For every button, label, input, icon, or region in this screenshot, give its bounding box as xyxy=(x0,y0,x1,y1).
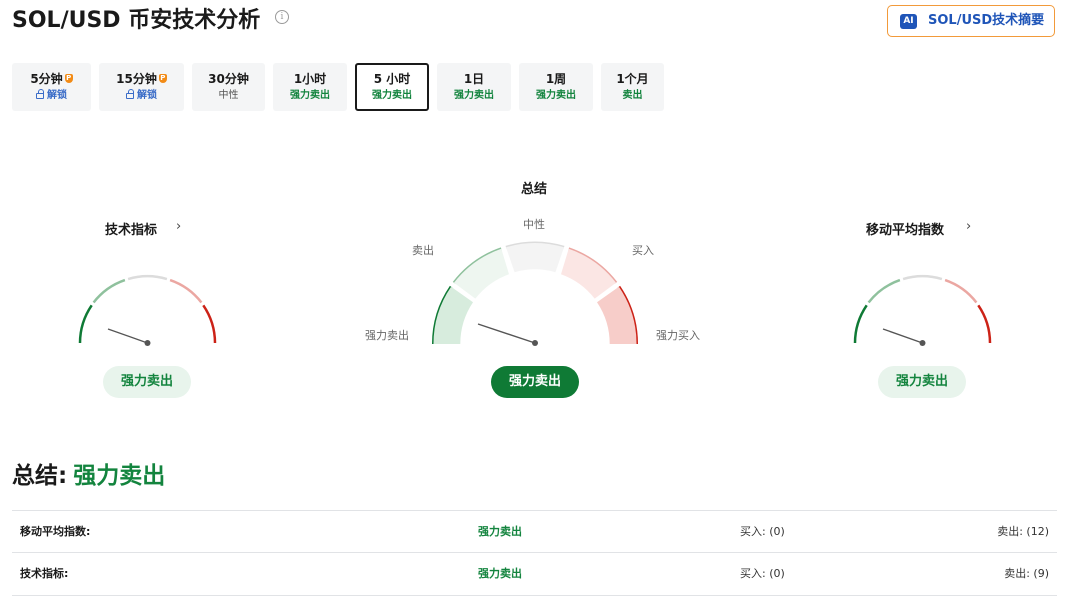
row-buy-count: 买入: (0) xyxy=(740,525,785,538)
summary-heading-label: 总结: xyxy=(12,463,68,489)
tab-label: 15分钟 xyxy=(116,72,157,86)
tab-status: 强力卖出 xyxy=(536,90,576,101)
gauge-needle xyxy=(882,328,923,344)
gauge-segment-neutral xyxy=(127,274,168,281)
tab-status: 强力卖出 xyxy=(290,90,330,101)
row-name: 技术指标: xyxy=(20,567,69,580)
tab-5-minutes[interactable]: 5分钟 P 解锁 xyxy=(12,63,91,111)
tab-status: 卖出 xyxy=(622,90,643,101)
tab-label: 1个月 xyxy=(616,72,649,86)
gauge-band-buy xyxy=(561,248,616,299)
tab-1-hour[interactable]: 1小时 强力卖出 xyxy=(273,63,347,111)
gauge-segment-neutral xyxy=(902,274,943,281)
gauge-segment-strong-sell xyxy=(78,304,93,344)
pro-icon: P xyxy=(64,74,73,83)
gauge-band-neutral xyxy=(506,243,564,273)
chevron-right-icon[interactable]: › xyxy=(966,219,971,234)
row-sell-count: 卖出: (9) xyxy=(1004,567,1049,580)
tab-1-week[interactable]: 1周 强力卖出 xyxy=(519,63,593,111)
gauge-band-strong-sell xyxy=(433,286,473,344)
gauge-segment-sell xyxy=(92,278,126,304)
tab-label: 30分钟 xyxy=(208,72,249,86)
gauge-segment-buy xyxy=(169,278,203,304)
row-verdict: 强力卖出 xyxy=(478,567,522,580)
row-name: 移动平均指数: xyxy=(20,525,91,538)
tab-label: 1小时 xyxy=(293,72,327,86)
tab-status: 强力卖出 xyxy=(372,90,412,101)
tab-label: 5 小时 xyxy=(373,72,411,86)
ai-icon: AI xyxy=(900,14,917,29)
gauge-pivot xyxy=(532,340,538,346)
table-row: 技术指标: 强力卖出 买入: (0) 卖出: (9) xyxy=(12,552,1057,596)
info-icon[interactable]: i xyxy=(275,10,289,24)
technical-verdict-badge: 强力卖出 xyxy=(103,366,191,398)
technical-indicators-title[interactable]: 技术指标 xyxy=(105,219,157,238)
tab-status: 强力卖出 xyxy=(454,90,494,101)
page-title: SOL/USD 币安技术分析 xyxy=(12,8,261,33)
tab-status: 中性 xyxy=(218,90,239,101)
gauge-segment-sell xyxy=(867,278,901,304)
gauge-segment-strong-buy xyxy=(977,304,992,344)
ai-summary-label: SOL/USD技术摘要 xyxy=(928,13,1045,28)
gauge-pivot xyxy=(919,340,926,346)
ai-summary-button[interactable]: AI SOL/USD技术摘要 xyxy=(887,5,1055,37)
tab-status: 解锁 xyxy=(137,90,157,101)
summary-heading: 总结: 强力卖出 xyxy=(12,458,165,494)
tab-30-minutes[interactable]: 30分钟 中性 xyxy=(192,63,265,111)
gauge-needle xyxy=(477,323,536,344)
gauge-segment-strong-buy xyxy=(202,304,217,344)
lock-icon xyxy=(126,89,134,99)
scale-label-strong-buy: 强力买入 xyxy=(656,329,700,342)
gauge-segment-buy xyxy=(944,278,978,304)
summary-gauge-title: 总结 xyxy=(521,182,548,197)
tab-5-hours[interactable]: 5 小时 强力卖出 xyxy=(355,63,429,111)
scale-label-neutral: 中性 xyxy=(523,218,545,231)
tab-1-day[interactable]: 1日 强力卖出 xyxy=(437,63,511,111)
lock-icon xyxy=(36,89,44,99)
row-verdict: 强力卖出 xyxy=(478,525,522,538)
gauge-segment-strong-sell xyxy=(853,304,868,344)
table-row: 移动平均指数: 强力卖出 买入: (0) 卖出: (12) xyxy=(12,510,1057,553)
tab-label: 1日 xyxy=(463,72,485,86)
summary-verdict-badge: 强力卖出 xyxy=(491,366,579,398)
chevron-right-icon[interactable]: › xyxy=(176,219,181,234)
moving-averages-gauge xyxy=(853,274,992,346)
gauge-band-strong-buy xyxy=(597,286,637,344)
moving-averages-title[interactable]: 移动平均指数 xyxy=(866,219,944,238)
row-buy-count: 买入: (0) xyxy=(740,567,785,580)
pro-icon: P xyxy=(158,74,167,83)
summary-gauge xyxy=(431,241,639,346)
row-sell-count: 卖出: (12) xyxy=(997,525,1049,538)
moving-averages-verdict-badge: 强力卖出 xyxy=(878,366,966,398)
gauge-pivot xyxy=(144,340,151,346)
tab-label: 1周 xyxy=(545,72,567,86)
tab-label: 5分钟 xyxy=(30,72,63,86)
gauge-band-sell xyxy=(454,248,509,299)
gauge-needle xyxy=(107,328,148,344)
tab-1-month[interactable]: 1个月 卖出 xyxy=(601,63,664,111)
scale-label-strong-sell: 强力卖出 xyxy=(365,329,409,342)
technical-gauge xyxy=(78,274,217,346)
tab-status: 解锁 xyxy=(47,90,67,101)
summary-heading-verdict: 强力卖出 xyxy=(73,463,166,489)
tab-15-minutes[interactable]: 15分钟 P 解锁 xyxy=(99,63,184,111)
